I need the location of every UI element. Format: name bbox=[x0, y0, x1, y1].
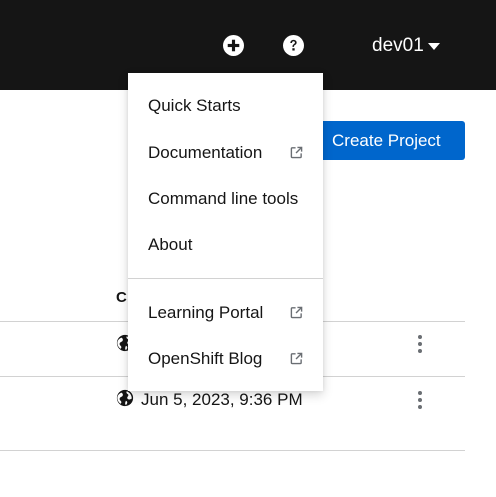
menu-item-label: Documentation bbox=[148, 143, 263, 162]
menu-item-label: About bbox=[148, 235, 193, 254]
row-actions-kebab-icon[interactable] bbox=[411, 332, 429, 356]
question-circle-icon[interactable] bbox=[281, 33, 305, 57]
help-dropdown-menu: Quick Starts Documentation Command line … bbox=[128, 73, 323, 391]
external-link-icon bbox=[290, 352, 303, 365]
menu-item-openshift-blog[interactable]: OpenShift Blog bbox=[128, 341, 323, 377]
menu-item-label: Quick Starts bbox=[148, 96, 241, 115]
username-label: dev01 bbox=[372, 35, 424, 56]
menu-item-command-line-tools[interactable]: Command line tools bbox=[128, 181, 323, 217]
external-link-icon bbox=[290, 146, 303, 159]
menu-item-label: OpenShift Blog bbox=[148, 349, 263, 368]
menu-item-label: Command line tools bbox=[148, 189, 299, 208]
menu-item-quick-starts[interactable]: Quick Starts bbox=[128, 88, 323, 124]
column-header-created[interactable]: C bbox=[116, 289, 127, 306]
globe-icon bbox=[116, 389, 134, 407]
row-actions-kebab-icon[interactable] bbox=[411, 388, 429, 412]
menu-item-learning-portal[interactable]: Learning Portal bbox=[128, 295, 323, 331]
plus-circle-icon[interactable] bbox=[221, 33, 245, 57]
create-project-button[interactable]: Create Project bbox=[318, 121, 465, 160]
menu-separator bbox=[128, 278, 323, 279]
created-timestamp: Jun 5, 2023, 9:36 PM bbox=[141, 390, 303, 409]
menu-item-about[interactable]: About bbox=[128, 227, 323, 263]
user-menu-toggle[interactable]: dev01 bbox=[372, 33, 440, 59]
row-divider bbox=[0, 450, 465, 451]
menu-item-documentation[interactable]: Documentation bbox=[128, 135, 323, 171]
menu-item-label: Learning Portal bbox=[148, 303, 264, 322]
external-link-icon bbox=[290, 306, 303, 319]
caret-down-icon bbox=[427, 42, 440, 50]
